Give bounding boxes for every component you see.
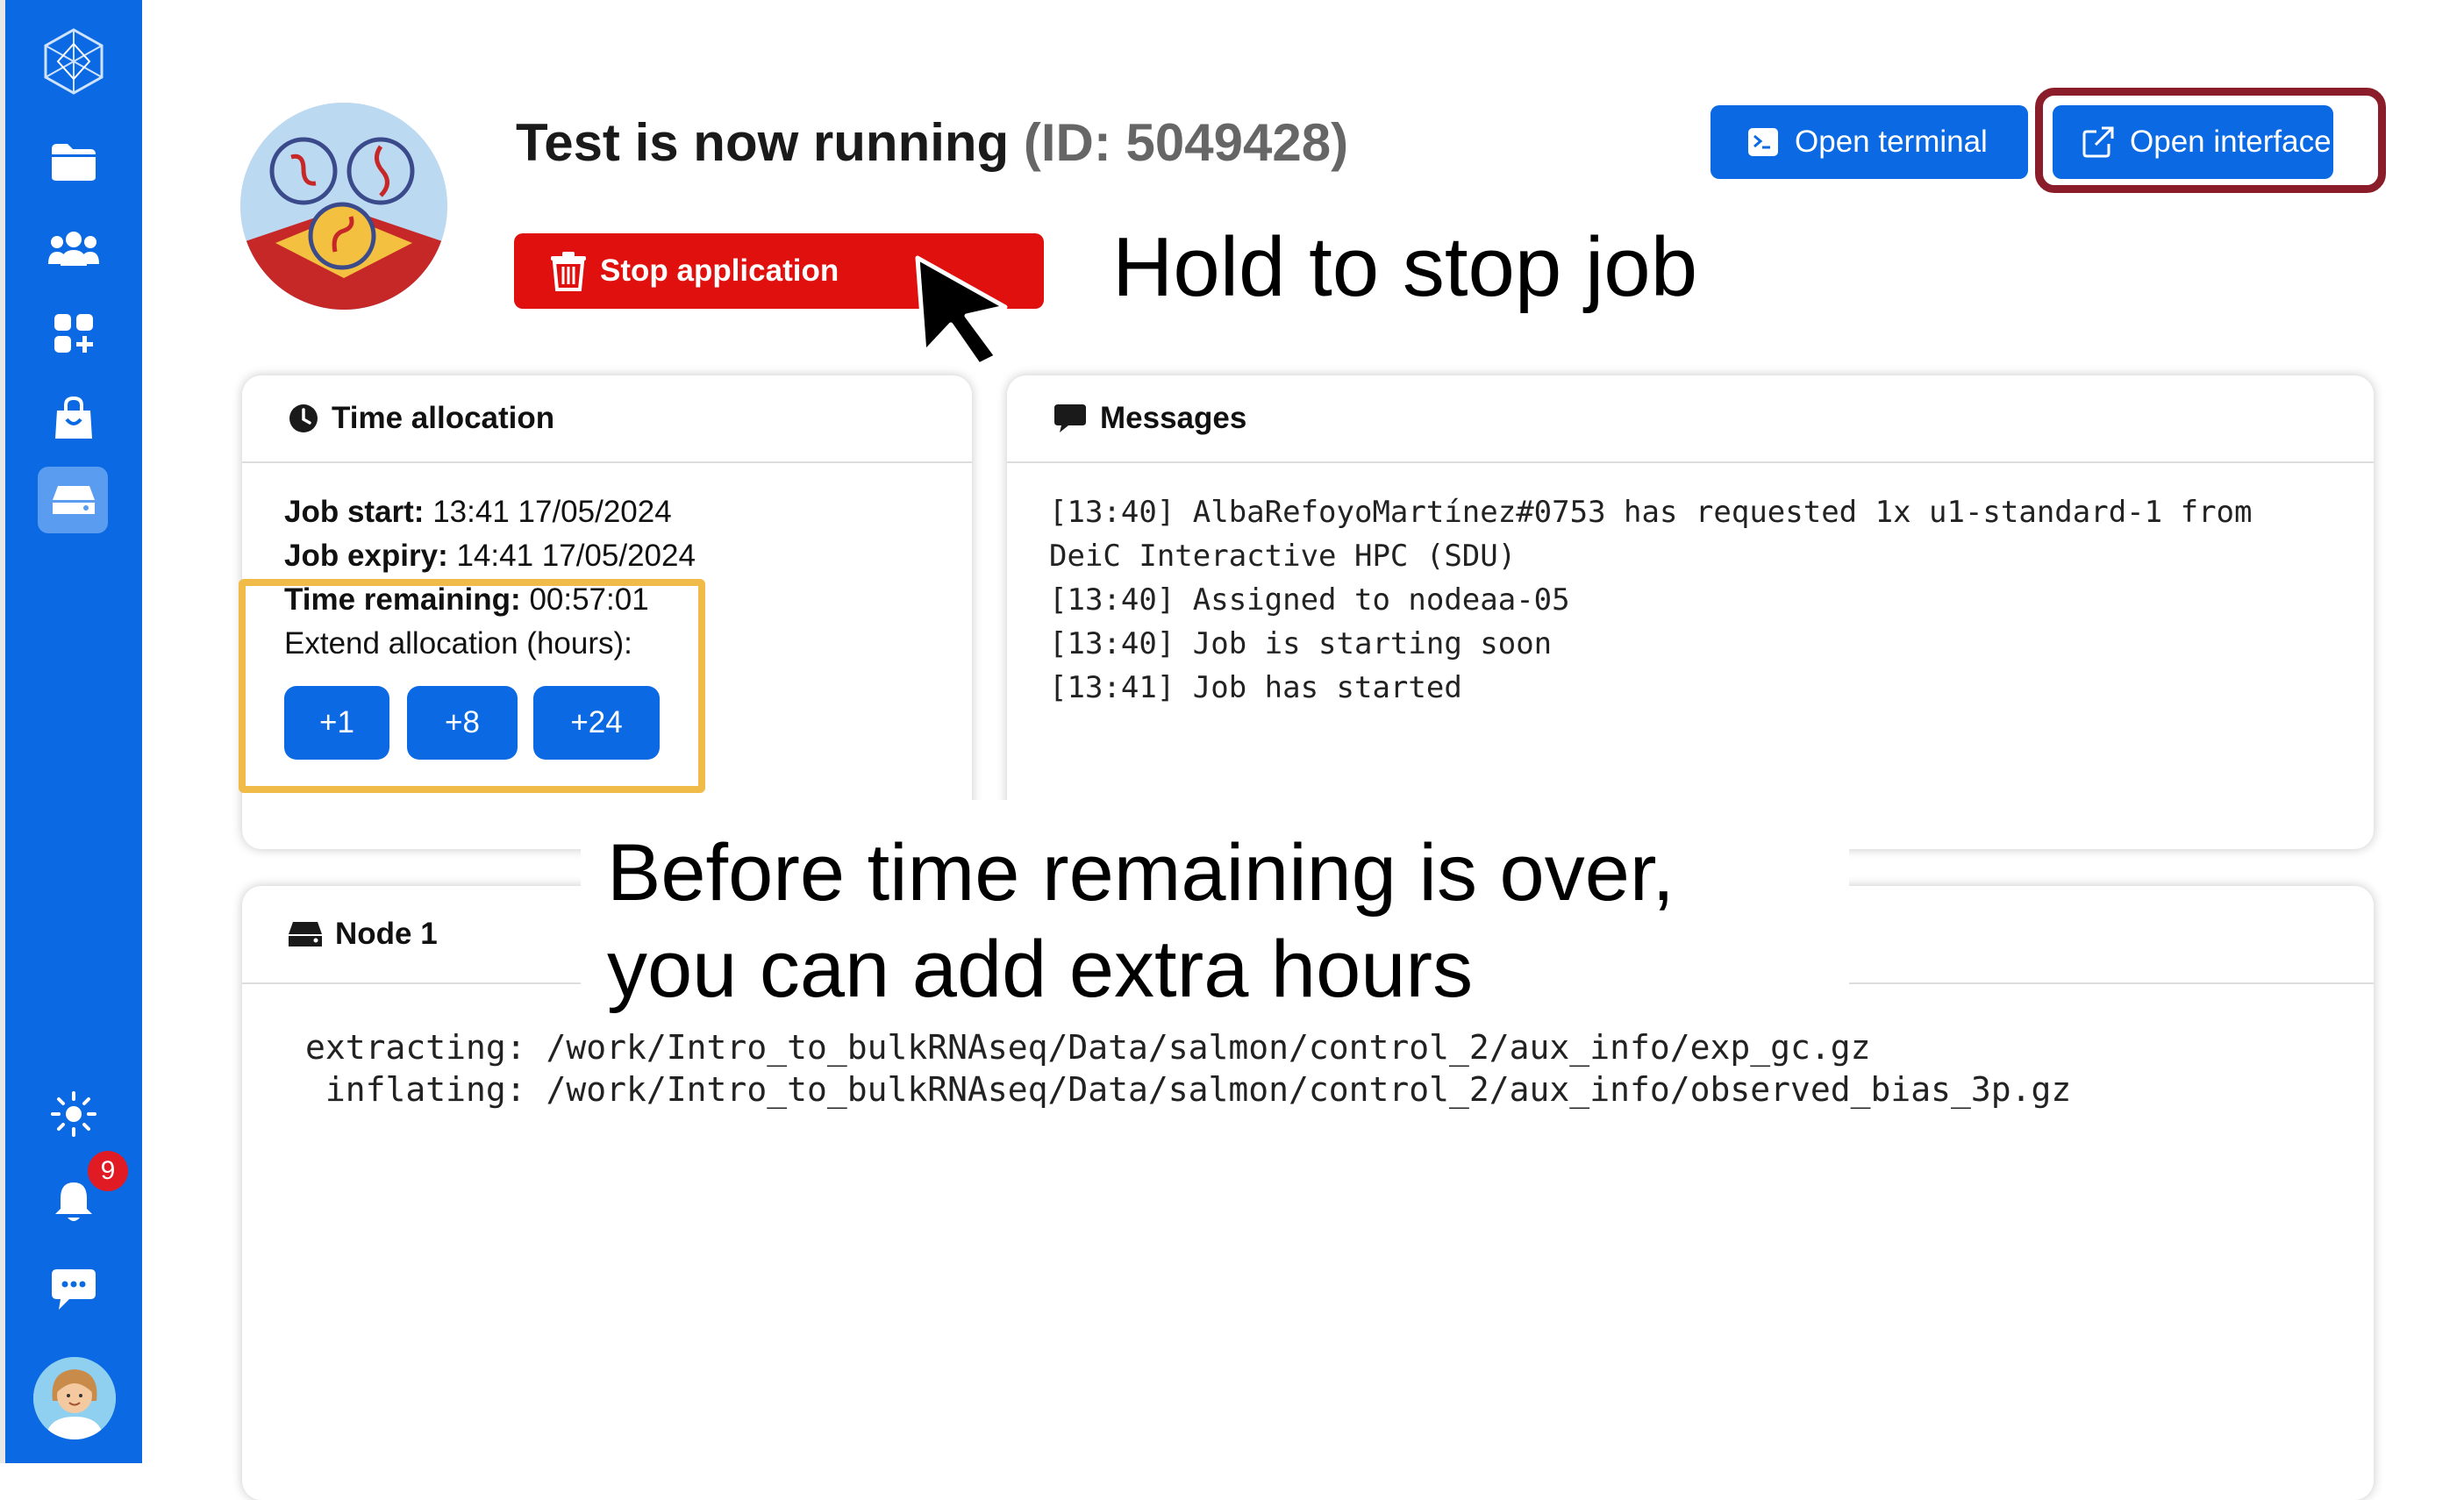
message-line: [13:40] Job is starting soon — [1049, 626, 1553, 661]
clock-icon — [289, 404, 318, 432]
job-start-row: Job start: 13:41 17/05/2024 — [284, 495, 672, 530]
apps-add-icon — [54, 314, 93, 353]
open-interface-label: Open interface — [2130, 125, 2332, 159]
open-interface-button[interactable]: Open interface — [2053, 105, 2333, 179]
open-terminal-button[interactable]: Open terminal — [1711, 105, 2028, 179]
job-expiry-row: Job expiry: 14:41 17/05/2024 — [284, 539, 696, 574]
node-title: Node 1 — [335, 917, 438, 951]
job-id: (ID: 5049428) — [1023, 113, 1349, 172]
message-line: [13:40] AlbaRefoyoMartínez#0753 has requ… — [1049, 495, 2253, 530]
messages-card: Messages [13:40] AlbaRefoyoMartínez#0753… — [1007, 375, 2374, 849]
extend-allocation-highlight — [239, 579, 705, 793]
sun-icon — [51, 1091, 96, 1137]
job-expiry-value: 14:41 17/05/2024 — [456, 539, 696, 573]
external-link-icon — [2082, 126, 2114, 158]
notification-badge: 9 — [88, 1151, 128, 1191]
messages-header: Messages — [1007, 375, 2374, 463]
page-title: Test is now running (ID: 5049428) — [516, 112, 1348, 173]
theme-toggle[interactable] — [5, 1083, 142, 1145]
sidebar-item-resources[interactable] — [5, 388, 142, 449]
drive-icon — [53, 486, 95, 514]
message-line: [13:41] Job has started — [1049, 670, 1462, 705]
time-allocation-header: Time allocation — [242, 375, 972, 463]
terminal-icon — [1748, 128, 1778, 156]
node-log-line: extracting: /work/Intro_to_bulkRNAseq/Da… — [305, 1028, 1871, 1067]
job-expiry-label: Job expiry: — [284, 539, 448, 573]
rna-app-icon — [240, 103, 447, 310]
annotation-extend-hours: Before time remaining is over, you can a… — [607, 825, 1675, 1018]
annotation-hold-to-stop: Hold to stop job — [1112, 220, 1698, 314]
job-start-value: 13:41 17/05/2024 — [432, 495, 672, 529]
mouse-cursor-icon — [912, 253, 1018, 371]
sidebar-item-runs[interactable] — [5, 469, 142, 531]
ucloud-logo[interactable] — [5, 18, 142, 105]
avatar-icon — [33, 1357, 116, 1439]
sidebar-item-files[interactable] — [5, 132, 142, 193]
folder-icon — [52, 144, 96, 181]
message-line: DeiC Interactive HPC (SDU) — [1049, 539, 1517, 574]
open-terminal-label: Open terminal — [1795, 125, 1988, 159]
messages-title: Messages — [1100, 401, 1247, 435]
sidebar-item-projects[interactable] — [5, 218, 142, 279]
logo-icon — [44, 28, 104, 95]
annotation-extend-line-1: Before time remaining is over, — [607, 828, 1675, 918]
users-icon — [48, 232, 99, 266]
node-log-line: inflating: /work/Intro_to_bulkRNAseq/Dat… — [305, 1070, 2072, 1109]
server-drive-icon — [289, 922, 322, 946]
app-logo — [240, 103, 447, 310]
trash-icon — [551, 252, 586, 291]
job-start-label: Job start: — [284, 495, 425, 529]
sidebar: 9 — [0, 0, 142, 1463]
chat-icon — [52, 1269, 96, 1310]
annotation-extend-line-2: you can add extra hours — [607, 925, 1474, 1014]
message-icon — [1054, 404, 1086, 432]
user-avatar[interactable] — [33, 1357, 116, 1439]
support-button[interactable] — [5, 1259, 142, 1320]
job-status-title: Test is now running — [516, 113, 1010, 172]
sidebar-item-apps[interactable] — [5, 303, 142, 364]
message-line: [13:40] Assigned to nodeaa-05 — [1049, 582, 1570, 618]
time-allocation-title: Time allocation — [332, 401, 555, 435]
shopping-bag-icon — [55, 396, 92, 439]
bell-icon — [55, 1182, 92, 1221]
stop-application-label: Stop application — [600, 254, 839, 288]
